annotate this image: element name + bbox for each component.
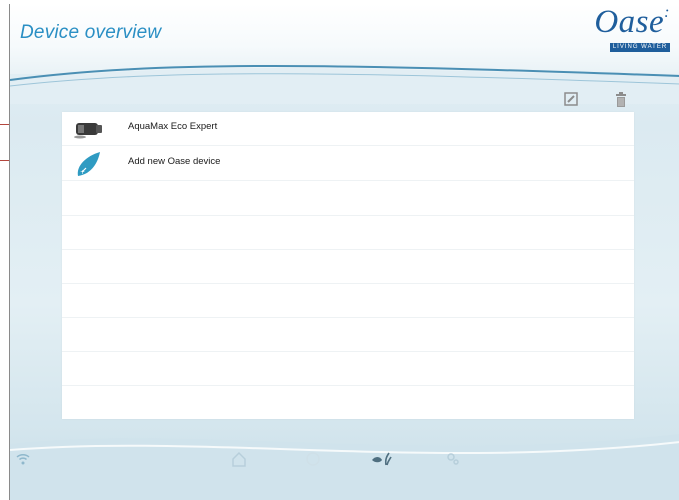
circle-icon[interactable]: [302, 448, 324, 470]
device-list: AquaMax Eco Expert + Add new Oase device: [62, 112, 634, 419]
app-frame: Device overview Oase: LIVING WATER AquaM…: [0, 0, 679, 500]
empty-row: [62, 352, 634, 386]
device-row[interactable]: AquaMax Eco Expert: [62, 112, 634, 146]
settings-icon[interactable]: [442, 448, 464, 470]
empty-row: [62, 284, 634, 318]
wifi-icon[interactable]: [12, 448, 34, 470]
footer-swoosh: [10, 434, 679, 500]
fish-plant-icon[interactable]: [370, 448, 392, 470]
empty-row: [62, 216, 634, 250]
page-title: Device overview: [20, 22, 162, 43]
device-name: AquaMax Eco Expert: [128, 121, 218, 132]
svg-text:+: +: [80, 169, 85, 176]
add-device-label: Add new Oase device: [128, 156, 221, 167]
empty-row: [62, 182, 634, 216]
add-device-row[interactable]: + Add new Oase device: [62, 147, 634, 181]
edit-icon[interactable]: [562, 90, 580, 108]
empty-row: [62, 250, 634, 284]
oase-logo: Oase:: [594, 4, 670, 40]
empty-row: [62, 318, 634, 352]
screen: Device overview Oase: LIVING WATER AquaM…: [9, 4, 679, 500]
add-device-drop-icon: +: [77, 152, 100, 176]
trash-icon[interactable]: [612, 90, 630, 108]
home-icon[interactable]: [228, 448, 250, 470]
pump-icon: [74, 123, 102, 139]
